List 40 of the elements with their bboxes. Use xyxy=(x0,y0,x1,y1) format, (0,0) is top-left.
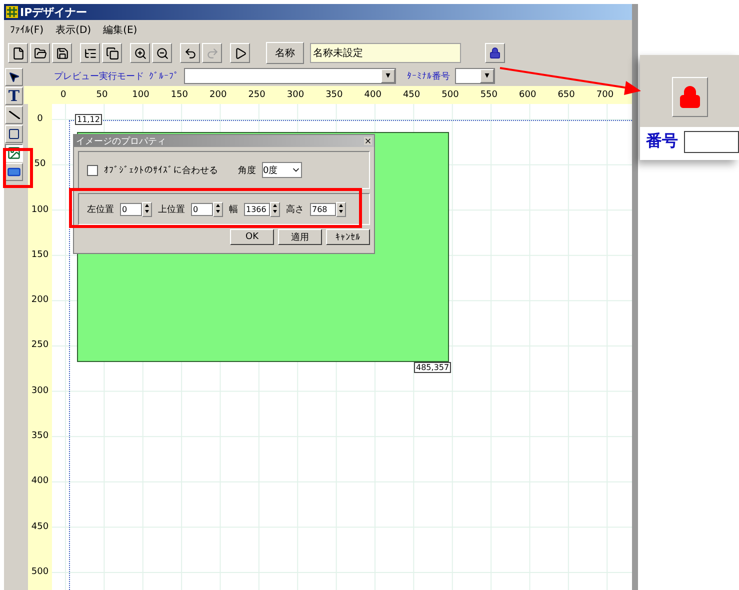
name-label: 名称 xyxy=(266,42,304,64)
ruler-label: 250 xyxy=(30,339,50,352)
ruler-label: 550 xyxy=(479,90,498,100)
ruler-label: 0 xyxy=(36,113,44,126)
ruler-label: 400 xyxy=(363,90,382,100)
angle-label: 角度 xyxy=(238,164,256,176)
ruler-label: 300 xyxy=(286,90,306,100)
window-title-text: IPデザイナー xyxy=(20,4,88,20)
field-label: 上位置 xyxy=(158,204,185,216)
ruler-label: 350 xyxy=(30,430,50,444)
ruler-label: 50 xyxy=(33,158,47,172)
ruler-label: 300 xyxy=(30,384,50,398)
ruler-label: 100 xyxy=(131,90,150,100)
ruler-label: 650 xyxy=(556,90,576,100)
ruler-label: 0 xyxy=(59,90,68,100)
ruler-label: 450 xyxy=(30,520,50,534)
ruler-label: 400 xyxy=(30,475,50,488)
ruler-label: 350 xyxy=(324,90,344,100)
end-coordinate: 485,357 xyxy=(414,362,452,373)
dialog-title: イメージのプロパティ xyxy=(76,135,166,148)
ruler-label: 250 xyxy=(247,90,266,100)
ruler-label: 500 xyxy=(30,566,50,579)
ruler-label: 200 xyxy=(208,90,228,100)
field-label: 幅 xyxy=(229,204,238,216)
start-coordinate: 11,12 xyxy=(75,114,102,125)
terminal-number-label: ﾀｰﾐﾅﾙ番号 xyxy=(407,70,450,82)
ruler-label: 150 xyxy=(170,90,189,100)
number-label: 番号 xyxy=(646,131,678,152)
field-label: 高さ xyxy=(286,204,304,216)
ruler-label: 600 xyxy=(518,90,538,100)
ruler-label: 50 xyxy=(95,90,109,100)
ruler-label: 450 xyxy=(402,90,422,100)
field-label: 左位置 xyxy=(87,204,114,216)
ruler-label: 100 xyxy=(30,204,50,217)
ruler-label: 150 xyxy=(30,248,50,262)
fit-label: ｵﾌﾞｼﾞｪｸﾄのｻｲｽﾞに合わせる xyxy=(104,164,218,176)
ruler-label: 200 xyxy=(30,294,50,308)
ruler-label: 700 xyxy=(595,90,615,100)
group-label: ｸﾞﾙｰﾌﾟ xyxy=(149,70,179,82)
ruler-label: 500 xyxy=(440,90,460,100)
